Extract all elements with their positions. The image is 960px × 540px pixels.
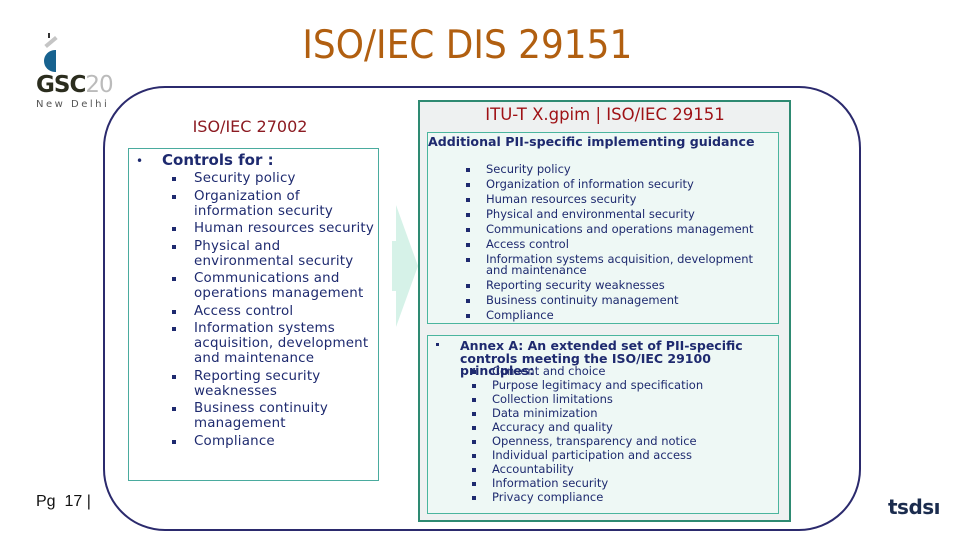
list-item: Information systems acquisition, develop… [169, 321, 375, 366]
slide-title-text: ISO/IEC DIS 29151 [302, 23, 632, 68]
logo-brand-suffix: 20 [85, 72, 113, 98]
list-item: Human resources security [462, 193, 772, 205]
list-item: Consent and choice [468, 365, 768, 377]
list-item: Reporting security weaknesses [169, 369, 375, 399]
logo-brand-text: GSC20 [36, 72, 114, 98]
guidance-subtitle: Additional PII-specific implementing gui… [428, 134, 755, 149]
right-panel-title: ITU-T X.gpim | ISO/IEC 29151 [485, 105, 725, 124]
bullet-icon: • [136, 154, 144, 168]
annex-principles-list: Consent and choice Purpose legitimacy an… [468, 365, 768, 506]
list-item: Access control [169, 304, 375, 319]
list-item: Organization of information security [169, 189, 375, 219]
list-item: Physical and environmental security [462, 208, 772, 220]
list-item: Access control [462, 238, 772, 250]
list-item: Accountability [468, 463, 768, 475]
list-item: Openness, transparency and notice [468, 435, 768, 447]
page-number: Pg 17 | [36, 493, 91, 510]
list-item: Collection limitations [468, 393, 768, 405]
list-item: Compliance [462, 309, 772, 321]
list-item: Security policy [169, 171, 375, 186]
slide-title: ISO/IEC DIS 29151 [0, 26, 934, 65]
list-item: Purpose legitimacy and specification [468, 379, 768, 391]
arrow-shape [392, 205, 418, 327]
list-item: Human resources security [169, 221, 375, 236]
list-item: Communications and operations management [462, 223, 772, 235]
tsdsi-logo: tsdsı [888, 495, 941, 519]
left-control-list: Security policy Organization of informat… [169, 171, 375, 451]
list-item: Physical and environmental security [169, 239, 375, 269]
bullet-icon [436, 343, 439, 346]
list-item: Business continuity management [169, 401, 375, 431]
list-item: Information security [468, 477, 768, 489]
list-item: Reporting security weaknesses [462, 279, 772, 291]
list-item: Communications and operations management [169, 271, 375, 301]
list-item: Privacy compliance [468, 491, 768, 503]
left-panel-heading-text: Controls for : [162, 151, 274, 169]
left-panel-title: ISO/IEC 27002 [192, 117, 308, 136]
list-item: Organization of information security [462, 178, 772, 190]
list-item: Data minimization [468, 407, 768, 419]
list-item: Information systems acquisition, develop… [462, 253, 772, 276]
list-item: Business continuity management [462, 294, 772, 306]
guidance-list: Security policy Organization of informat… [462, 163, 772, 325]
logo-brand-prefix: GSC [36, 72, 86, 98]
list-item: Compliance [169, 434, 375, 449]
logo-city: New Delhi [36, 99, 110, 110]
right-arrow-icon [392, 205, 418, 327]
list-item: Individual participation and access [468, 449, 768, 461]
list-item: Security policy [462, 163, 772, 175]
list-item: Accuracy and quality [468, 421, 768, 433]
left-panel-heading: • Controls for : [136, 151, 274, 170]
